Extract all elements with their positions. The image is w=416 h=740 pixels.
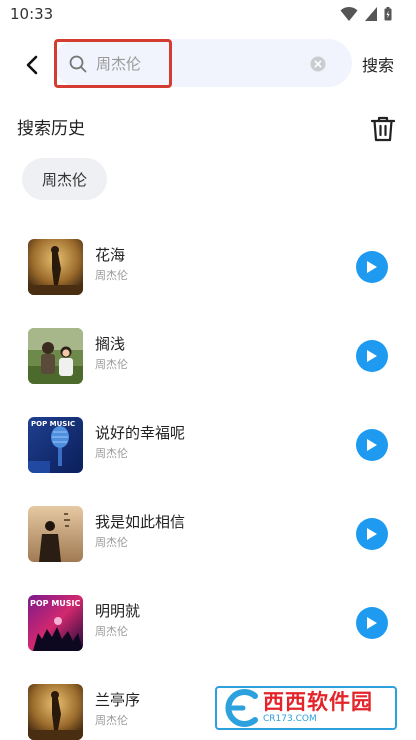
song-title: 花海 — [95, 246, 126, 264]
search-input[interactable] — [96, 51, 296, 77]
play-icon — [367, 439, 377, 451]
song-artist: 周杰伦 — [95, 625, 128, 638]
history-chip-label: 周杰伦 — [41, 170, 87, 189]
cover-overlay-text: POP MUSIC — [31, 420, 75, 428]
trash-icon[interactable] — [371, 116, 395, 142]
search-icon — [69, 55, 87, 73]
play-button[interactable] — [356, 340, 388, 372]
status-time: 10:33 — [10, 5, 54, 23]
song-row[interactable]: 搁浅 周杰伦 — [0, 320, 416, 392]
album-cover-image — [28, 506, 83, 562]
back-arrow-icon — [26, 55, 38, 75]
watermark-subtext: CR173.COM — [263, 714, 317, 724]
signal-icon — [365, 7, 377, 21]
clear-icon[interactable] — [310, 56, 326, 72]
cover-overlay-text: POP MUSIC — [30, 599, 81, 608]
history-chip[interactable]: 周杰伦 — [22, 158, 107, 200]
song-artist: 周杰伦 — [95, 536, 128, 549]
song-title: 明明就 — [95, 602, 141, 620]
song-row[interactable]: POP MUSIC 明明就 周杰伦 — [0, 587, 416, 659]
song-title: 说好的幸福呢 — [95, 424, 186, 442]
song-artist: 周杰伦 — [95, 714, 128, 727]
song-title: 兰亭序 — [95, 691, 141, 709]
play-icon — [367, 617, 377, 629]
album-cover-image — [28, 328, 83, 384]
song-row[interactable]: 花海 周杰伦 — [0, 231, 416, 303]
play-button[interactable] — [356, 518, 388, 550]
play-button[interactable] — [356, 429, 388, 461]
song-row[interactable]: 我是如此相信 周杰伦 — [0, 498, 416, 570]
album-cover-image — [28, 239, 83, 295]
status-bar: 10:33 — [0, 0, 416, 30]
song-artist: 周杰伦 — [95, 358, 128, 371]
status-icons — [340, 6, 392, 22]
search-box[interactable] — [54, 39, 352, 87]
song-artist: 周杰伦 — [95, 269, 128, 282]
play-button[interactable] — [356, 251, 388, 283]
album-cover-image — [28, 684, 83, 740]
back-button[interactable] — [18, 51, 46, 79]
song-title: 我是如此相信 — [95, 513, 186, 531]
watermark-logo-icon — [225, 689, 258, 727]
battery-icon — [384, 7, 392, 21]
play-icon — [367, 528, 377, 540]
search-header: 搜索 — [0, 36, 416, 90]
song-artist: 周杰伦 — [95, 447, 128, 460]
search-button[interactable]: 搜索 — [362, 52, 394, 76]
song-title: 搁浅 — [95, 335, 126, 353]
watermark: 西西软件园 CR173.COM — [215, 686, 397, 730]
wifi-icon — [340, 6, 358, 21]
album-cover-image: POP MUSIC — [28, 417, 83, 473]
album-cover-image: POP MUSIC — [28, 595, 83, 651]
play-icon — [367, 350, 377, 362]
history-title: 搜索历史 — [17, 119, 85, 139]
watermark-text: 西西软件园 — [263, 690, 373, 714]
play-icon — [367, 261, 377, 273]
song-row[interactable]: POP MUSIC 说好的幸福呢 周杰伦 — [0, 409, 416, 481]
play-button[interactable] — [356, 607, 388, 639]
